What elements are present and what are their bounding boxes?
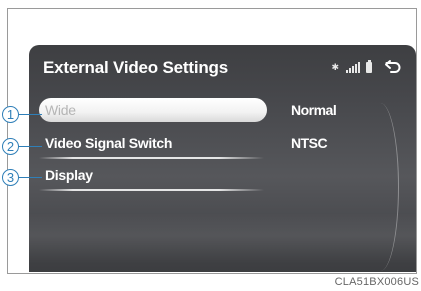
row-divider (39, 189, 264, 191)
scroll-indicator (362, 103, 399, 271)
callout-marker: 1 (2, 106, 19, 123)
status-bar: ✱ (331, 59, 402, 73)
menu-item-display[interactable]: Display (39, 163, 267, 187)
display-screen: External Video Settings ✱ Wide Normal Vi… (29, 45, 416, 272)
callout-marker: 3 (2, 169, 19, 186)
menu-item-value-wide: Normal (291, 102, 337, 118)
menu-item-video-signal-switch[interactable]: Video Signal Switch (39, 131, 267, 155)
screen-glare (29, 213, 416, 263)
callout-line (19, 114, 42, 115)
battery-icon (366, 60, 372, 73)
callout-line (19, 146, 42, 147)
menu-item-label: Video Signal Switch (45, 135, 173, 151)
screen-title: External Video Settings (43, 58, 228, 77)
signal-strength-icon (346, 61, 360, 73)
menu-item-label: Display (45, 167, 93, 183)
row-divider (39, 157, 264, 159)
back-icon[interactable] (384, 59, 402, 73)
callout-line (19, 177, 42, 178)
figure-code: CLA51BX006US (334, 276, 419, 288)
bluetooth-icon: ✱ (331, 62, 339, 72)
menu-item-value-video-signal-switch: NTSC (291, 135, 328, 151)
menu-item-label: Wide (45, 102, 76, 118)
callout-marker: 2 (2, 138, 19, 155)
menu-item-wide[interactable]: Wide (39, 98, 267, 122)
